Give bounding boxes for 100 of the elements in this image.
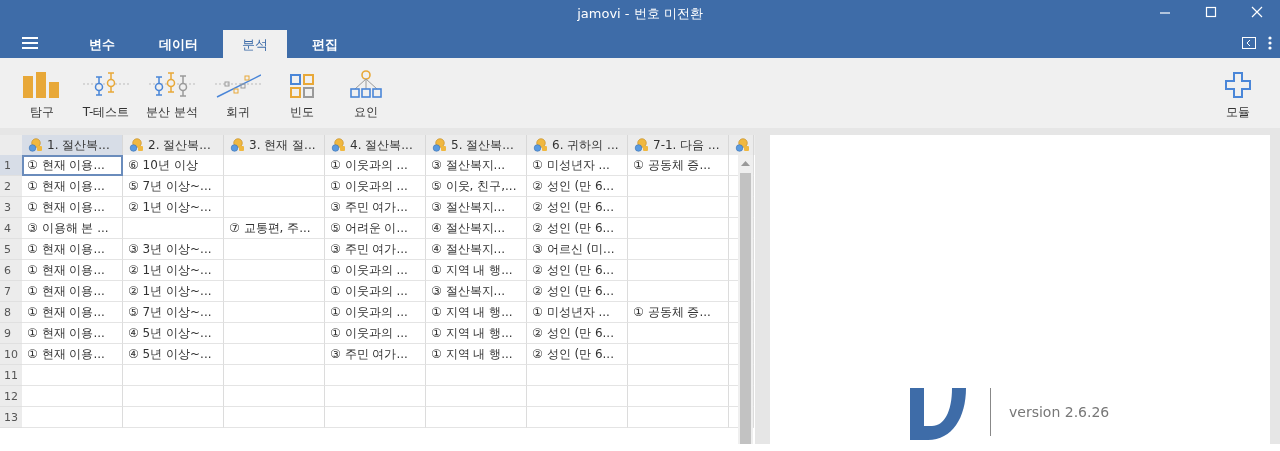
row-number: 1 — [0, 155, 22, 176]
table-cell: ① 지역 내 행... — [426, 323, 527, 344]
column-title: 7-1. 다음 ... — [653, 136, 720, 154]
table-cell: ⑦ 교통편, 주... — [224, 218, 325, 239]
table-cell: ④ 절산복지... — [426, 239, 527, 260]
table-cell: ④ 5년 이상~... — [123, 344, 224, 365]
window-title: jamovi - 번호 미전환 — [577, 5, 703, 23]
more-icon[interactable] — [1268, 36, 1272, 50]
table-cell: ④ 5년 이상~... — [123, 323, 224, 344]
nominal-variable-icon — [735, 138, 751, 152]
table-cell: ① 지역 내 행... — [426, 344, 527, 365]
table-cell: ③ 절산복지... — [426, 155, 527, 176]
column-header[interactable]: 2. 절산복... — [123, 135, 224, 155]
table-cell: ② 성인 (만 6... — [527, 218, 628, 239]
nominal-variable-icon — [129, 138, 145, 152]
table-cell: ① 지역 내 행... — [426, 260, 527, 281]
panel-toggle-icon[interactable] — [1242, 37, 1256, 49]
table-cell: ① 이웃과의 ... — [325, 323, 426, 344]
bar-chart-icon — [23, 70, 61, 98]
table-cell: ① 이웃과의 ... — [325, 281, 426, 302]
table-cell: ① 공동체 증... — [628, 302, 729, 323]
regression-line-icon — [214, 72, 261, 98]
column-header[interactable]: 5. 절산복... — [426, 135, 527, 155]
table-cell: ① 현재 이용... — [22, 323, 123, 344]
table-cell: ③ 절산복지... — [426, 197, 527, 218]
table-cell: ① 이웃과의 ... — [325, 155, 426, 176]
row-number: 5 — [0, 239, 22, 260]
scroll-up-icon[interactable] — [741, 160, 750, 166]
table-cell: ② 성인 (만 6... — [527, 323, 628, 344]
row-number: 10 — [0, 344, 22, 365]
table-cell: ① 현재 이용... — [22, 155, 123, 176]
table-cell: ② 1년 이상~... — [123, 260, 224, 281]
row-number: 2 — [0, 176, 22, 197]
column-header[interactable]: 4. 절산복... — [325, 135, 426, 155]
table-cell: ③ 어르신 (미... — [527, 239, 628, 260]
table-cell: ② 성인 (만 6... — [527, 344, 628, 365]
table-cell: ③ 주민 여가... — [325, 197, 426, 218]
column-title: 3. 현재 절... — [249, 136, 316, 154]
analysis-button[interactable]: 분산 분석 — [138, 65, 206, 121]
analysis-button[interactable]: T-테스트 — [74, 65, 138, 121]
column-title: 2. 절산복... — [148, 136, 211, 154]
table-cell: ③ 3년 이상~... — [123, 239, 224, 260]
column-title: 1. 절산복... — [47, 136, 110, 154]
tab[interactable]: 데이터 — [140, 30, 217, 58]
menu-icon[interactable] — [20, 36, 40, 50]
nominal-variable-icon — [331, 138, 347, 152]
table-cell: ① 공동체 증... — [628, 155, 729, 176]
table-cell: ② 1년 이상~... — [123, 197, 224, 218]
table-cell: ② 성인 (만 6... — [527, 197, 628, 218]
table-cell: ① 이웃과의 ... — [325, 176, 426, 197]
row-number: 7 — [0, 281, 22, 302]
row-number: 8 — [0, 302, 22, 323]
tab[interactable]: 변수 — [70, 30, 134, 58]
table-cell: ⑤ 7년 이상~... — [123, 302, 224, 323]
error-bar-icon — [148, 72, 195, 98]
table-cell: ④ 절산복지... — [426, 218, 527, 239]
tab[interactable]: 분석 — [223, 30, 287, 58]
table-cell: ① 미성년자 ... — [527, 302, 628, 323]
column-header[interactable]: 3. 현재 절... — [224, 135, 325, 155]
table-cell: ① 현재 이용... — [22, 344, 123, 365]
row-number: 9 — [0, 323, 22, 344]
nominal-variable-icon — [533, 138, 549, 152]
table-cell: ⑤ 7년 이상~... — [123, 176, 224, 197]
table-cell: ① 현재 이용... — [22, 302, 123, 323]
table-cell: ② 성인 (만 6... — [527, 260, 628, 281]
analysis-button[interactable]: 회귀 — [205, 65, 270, 121]
modules-button[interactable]: 모듈 — [1206, 65, 1270, 121]
analysis-button[interactable]: 빈도 — [269, 65, 334, 121]
column-header[interactable]: 6. 귀하의 ... — [527, 135, 628, 155]
table-cell: ② 성인 (만 6... — [527, 281, 628, 302]
table-cell: ③ 절산복지... — [426, 281, 527, 302]
analysis-button[interactable]: 탐구 — [10, 65, 74, 121]
nominal-variable-icon — [634, 138, 650, 152]
grid-squares-icon — [289, 74, 314, 98]
tab[interactable]: 편집 — [293, 30, 357, 58]
table-cell: ② 성인 (만 6... — [527, 176, 628, 197]
column-title: 5. 절산복... — [451, 136, 514, 154]
table-cell: ① 이웃과의 ... — [325, 302, 426, 323]
table-cell: ③ 이용해 본 ... — [22, 218, 123, 239]
row-number: 3 — [0, 197, 22, 218]
table-cell: ① 지역 내 행... — [426, 302, 527, 323]
table-cell: ⑤ 이웃, 친구,... — [426, 176, 527, 197]
table-cell: ① 미성년자 ... — [527, 155, 628, 176]
row-number: 4 — [0, 218, 22, 239]
table-cell: ① 현재 이용... — [22, 239, 123, 260]
row-number: 11 — [0, 365, 22, 386]
error-bar-icon — [83, 72, 129, 98]
column-header[interactable]: 1. 절산복... — [22, 135, 123, 155]
table-cell: ① 현재 이용... — [22, 281, 123, 302]
column-title: 4. 절산복... — [350, 136, 413, 154]
version-text: version 2.6.26 — [1009, 404, 1110, 420]
scrollbar[interactable] — [738, 155, 753, 444]
table-cell: ⑥ 10년 이상 — [123, 155, 224, 176]
row-number: 12 — [0, 386, 22, 407]
column-title: 6. 귀하의 ... — [552, 136, 619, 154]
analysis-button[interactable]: 요인 — [333, 65, 398, 121]
hierarchy-icon — [349, 70, 382, 98]
table-cell: ③ 주민 여가... — [325, 239, 426, 260]
table-cell: ① 현재 이용... — [22, 260, 123, 281]
column-header[interactable]: 7-1. 다음 ... — [628, 135, 729, 155]
